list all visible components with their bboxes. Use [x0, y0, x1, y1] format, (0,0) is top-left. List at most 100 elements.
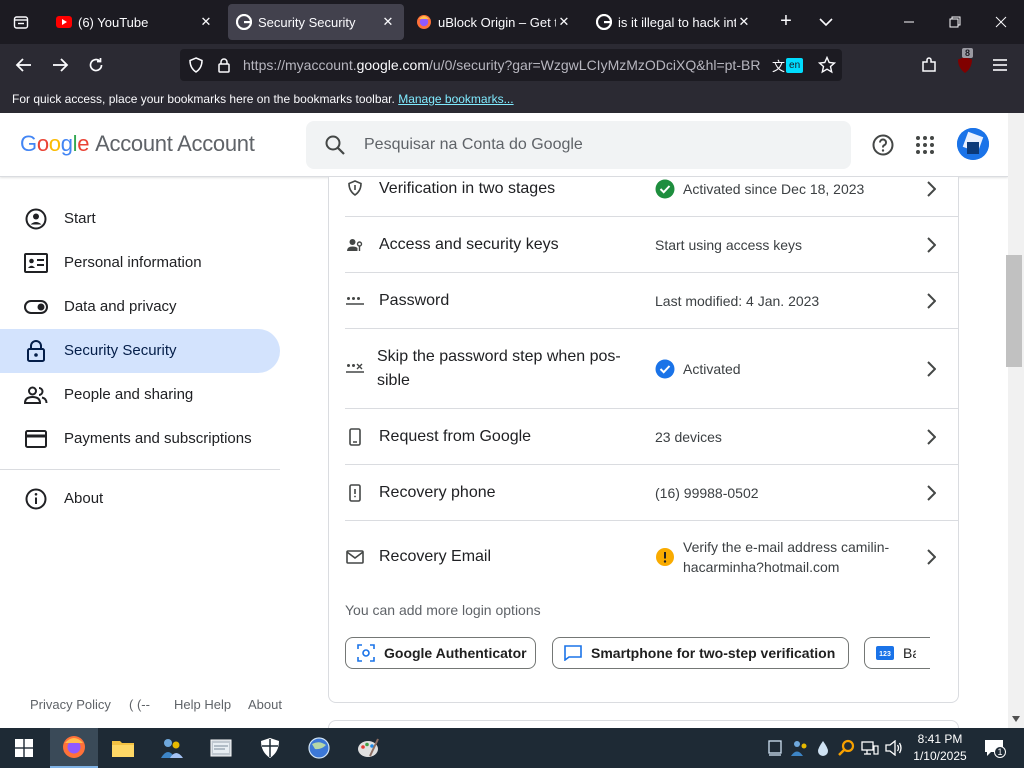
- action-center-button[interactable]: 1: [982, 738, 1006, 758]
- close-tab-icon[interactable]: ✕: [556, 14, 572, 30]
- new-tab-button[interactable]: +: [774, 10, 798, 34]
- tracking-protection-icon: [189, 57, 203, 73]
- close-tab-icon[interactable]: ✕: [198, 14, 214, 30]
- google-account-logo[interactable]: Google Account Account: [20, 131, 255, 157]
- security-row-google-prompt[interactable]: Request from Google 23 devices: [345, 409, 959, 465]
- security-row-recovery-email[interactable]: Recovery Email Verify the e-mail address…: [345, 521, 959, 593]
- taskbar-firefox[interactable]: [50, 728, 98, 768]
- taskbar-app-globe[interactable]: [295, 728, 343, 768]
- taskbar-windows-security[interactable]: [246, 728, 294, 768]
- bookmarks-message: For quick access, place your bookmarks h…: [12, 92, 395, 106]
- close-window-button[interactable]: [978, 0, 1024, 44]
- sidebar-item-data-privacy[interactable]: Data and privacy: [0, 285, 280, 329]
- tray-tablet-icon[interactable]: [766, 738, 784, 758]
- page-scrollbar[interactable]: [1008, 113, 1024, 728]
- google-apps-button[interactable]: [909, 129, 941, 161]
- security-row-two-step[interactable]: Verification in two stages Activated sin…: [345, 177, 959, 217]
- security-row-recovery-phone[interactable]: Recovery phone (16) 99988-0502: [345, 465, 959, 521]
- url-bar[interactable]: https://myaccount.google.com/u/0/securit…: [180, 49, 842, 81]
- close-icon: [995, 16, 1007, 28]
- taskbar-file-explorer[interactable]: [99, 728, 147, 768]
- minimize-button[interactable]: [886, 0, 932, 44]
- clock-time: 8:41 PM: [917, 732, 963, 746]
- avatar[interactable]: [957, 128, 989, 160]
- system-clock[interactable]: 8:41 PM 1/10/2025: [908, 731, 972, 765]
- account-search-box[interactable]: [306, 121, 851, 169]
- paint-palette-icon: [358, 738, 379, 757]
- firefox-icon: [416, 14, 432, 30]
- tab-google-search[interactable]: is it illegal to hack into ✕: [588, 4, 760, 40]
- scroll-down-arrow-icon: [1012, 716, 1020, 722]
- google-authenticator-chip[interactable]: Google Authenticator: [345, 637, 536, 669]
- restore-button[interactable]: [932, 0, 978, 44]
- warning-icon: [655, 547, 675, 567]
- lock-icon: [24, 339, 48, 363]
- row-label: Recovery Email: [379, 548, 492, 565]
- firefox-view-button[interactable]: [0, 0, 42, 44]
- sidebar-item-about[interactable]: About: [0, 477, 280, 521]
- row-label: Verification in two stages: [379, 180, 556, 197]
- extensions-button[interactable]: [914, 50, 944, 80]
- ublock-button[interactable]: 8: [950, 48, 980, 80]
- message-icon: [563, 643, 583, 663]
- tab-title: Security Security: [258, 14, 356, 30]
- sidebar-item-security[interactable]: Security Security: [0, 329, 280, 373]
- tab-security[interactable]: Security Security ✕: [228, 4, 404, 40]
- about-link[interactable]: About: [248, 697, 282, 712]
- url-text[interactable]: https://myaccount.google.com/u/0/securit…: [243, 57, 763, 73]
- account-circle-icon: [24, 207, 48, 231]
- tab-ublock[interactable]: uBlock Origin – Get thi ✕: [408, 4, 580, 40]
- tab-title: is it illegal to hack into: [618, 14, 736, 30]
- tray-network-icon[interactable]: [861, 738, 879, 758]
- tray-search-icon[interactable]: [837, 738, 855, 758]
- manage-bookmarks-link[interactable]: Manage bookmarks...: [398, 92, 513, 106]
- google-icon: [596, 14, 612, 30]
- taskbar-app-paint[interactable]: [344, 728, 392, 768]
- sidebar-item-payments[interactable]: Payments and subscriptions: [0, 417, 280, 461]
- smartphone-two-step-chip[interactable]: Smartphone for two-step verification: [552, 637, 849, 669]
- star-icon[interactable]: [818, 56, 836, 74]
- start-button[interactable]: [0, 728, 48, 768]
- youtube-icon: [56, 14, 72, 30]
- tab-youtube[interactable]: (6) YouTube ✕: [48, 4, 222, 40]
- tray-people-icon[interactable]: [791, 738, 809, 758]
- document-window-icon: [210, 739, 232, 757]
- sidebar-item-people-sharing[interactable]: People and sharing: [0, 373, 280, 417]
- translate-button[interactable]: 文 en: [772, 55, 810, 75]
- security-row-passkeys[interactable]: Access and security keys Start using acc…: [345, 217, 959, 273]
- people-app-icon: [161, 739, 183, 758]
- menu-button[interactable]: [985, 50, 1015, 80]
- taskbar-app-document[interactable]: [197, 728, 245, 768]
- person-key-icon: [345, 235, 365, 255]
- help-button[interactable]: [867, 129, 899, 161]
- sidebar-item-start[interactable]: Start: [0, 197, 280, 241]
- sidebar: Start Personal information Data and priv…: [0, 178, 300, 728]
- backup-codes-chip[interactable]: 123 Backup codes: [864, 637, 930, 669]
- chevron-right-icon: [919, 177, 943, 201]
- sidebar-item-personal-info[interactable]: Personal information: [0, 241, 280, 285]
- scrollbar-thumb[interactable]: [1006, 255, 1022, 367]
- taskbar-app-people[interactable]: [148, 728, 196, 768]
- google-icon: [236, 14, 252, 30]
- tray-drop-icon[interactable]: [814, 738, 832, 758]
- password-skip-icon: [345, 359, 365, 379]
- chip-label: Backup codes: [903, 645, 916, 661]
- people-icon: [24, 383, 48, 407]
- sidebar-item-label: Start: [64, 210, 96, 227]
- chevron-right-icon: [919, 357, 943, 381]
- forward-button[interactable]: [45, 50, 75, 80]
- avatar-image-icon: [957, 128, 989, 160]
- security-row-password[interactable]: Password Last modified: 4 Jan. 2023: [345, 273, 959, 329]
- close-tab-icon[interactable]: ✕: [380, 14, 396, 30]
- terms-link[interactable]: ( (--: [129, 697, 150, 712]
- search-input[interactable]: [364, 134, 824, 156]
- tray-volume-icon[interactable]: [885, 738, 903, 758]
- info-icon: [24, 487, 48, 511]
- list-all-tabs-button[interactable]: [814, 10, 838, 34]
- help-link[interactable]: Help Help: [174, 697, 231, 712]
- reload-button[interactable]: [81, 50, 111, 80]
- back-button[interactable]: [9, 50, 39, 80]
- close-tab-icon[interactable]: ✕: [736, 14, 752, 30]
- privacy-policy-link[interactable]: Privacy Policy: [30, 697, 111, 712]
- security-row-skip-password[interactable]: Skip the password step when pos- sible A…: [345, 329, 959, 409]
